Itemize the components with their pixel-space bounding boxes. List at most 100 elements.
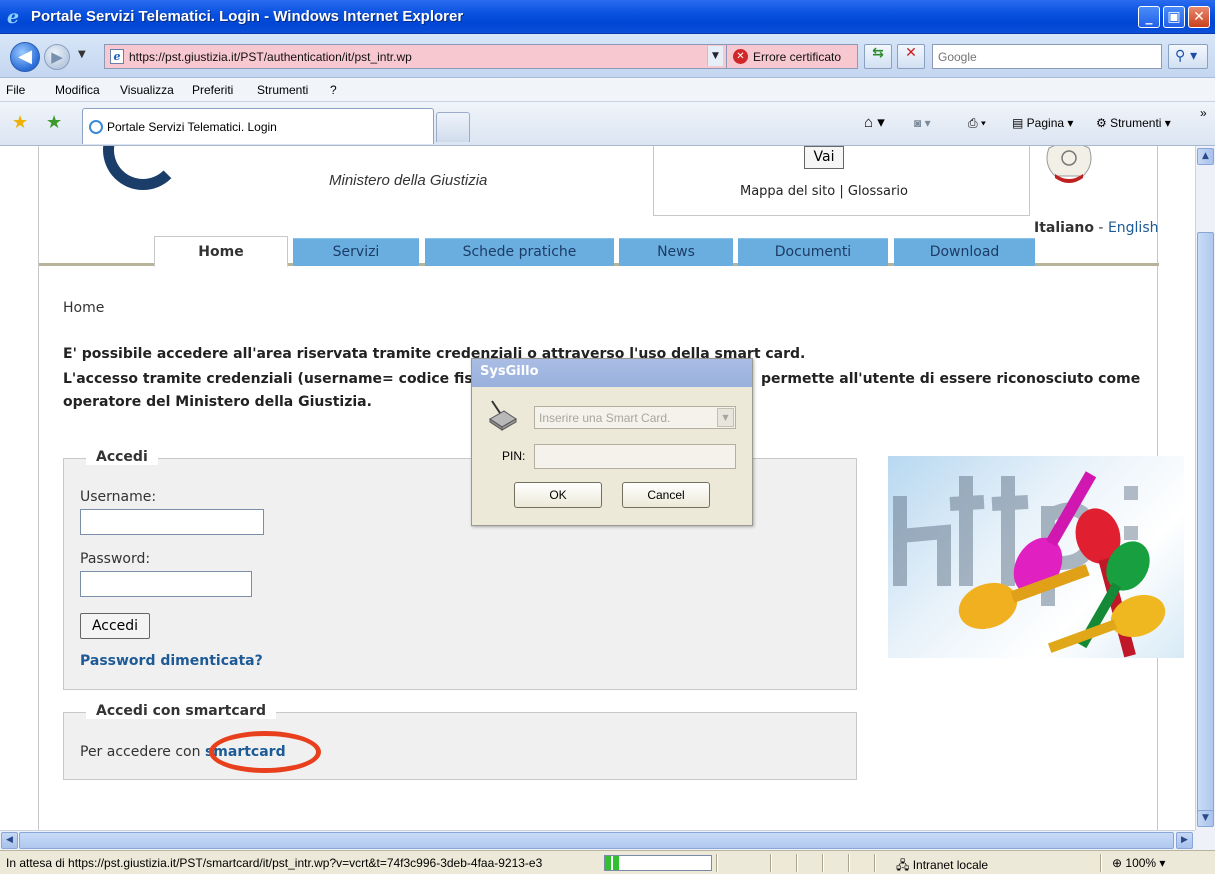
nav-home[interactable]: Home	[154, 236, 288, 268]
tab-portale-login[interactable]: Portale Servizi Telematici. Login	[82, 108, 434, 144]
home-icon[interactable]: ⌂ ▾	[864, 113, 885, 131]
favorites-star-icon[interactable]: ★	[12, 114, 28, 132]
scroll-down-icon[interactable]: ▼	[1197, 810, 1214, 827]
dialog-title: SysGillo	[480, 364, 539, 379]
back-button[interactable]: ◀	[10, 42, 40, 72]
close-button[interactable]: ✕	[1188, 6, 1210, 28]
window-title: Portale Servizi Telematici. Login - Wind…	[31, 8, 464, 25]
vai-button[interactable]: Vai	[804, 146, 844, 169]
keys-illustration	[893, 471, 1166, 658]
ie-logo-icon: e	[7, 6, 20, 28]
highlight-oval	[209, 731, 321, 773]
search-field[interactable]	[932, 44, 1162, 69]
chevron-right-icon[interactable]: »	[1200, 106, 1207, 120]
address-bar: ◀ ▶ ▼ e https://pst.giustizia.it/PST/aut…	[0, 34, 1215, 78]
intro-text-2b: permette all'utente di essere riconosciu…	[761, 371, 1141, 387]
add-favorites-icon[interactable]: ★	[46, 114, 62, 132]
horizontal-scrollbar[interactable]: ◀ ▶	[0, 830, 1195, 850]
progress-fill	[605, 856, 619, 870]
print-icon[interactable]: ⎙ ▾	[968, 116, 986, 131]
status-divider	[1100, 854, 1102, 872]
menu-bar: File Modifica Visualizza Preferiti Strum…	[0, 78, 1215, 102]
status-bar: In attesa di https://pst.giustizia.it/PS…	[0, 850, 1215, 874]
nav-documenti[interactable]: Documenti	[738, 238, 888, 266]
site-logo-icon	[103, 146, 183, 190]
intro-text-2: L'accesso tramite credenziali (username=…	[63, 371, 505, 387]
cancel-button[interactable]: Cancel	[622, 482, 710, 508]
ok-button[interactable]: OK	[514, 482, 602, 508]
password-input[interactable]	[80, 571, 252, 597]
stop-button[interactable]: ✕	[897, 44, 925, 69]
refresh-button[interactable]: ⇆	[864, 44, 892, 69]
nav-download[interactable]: Download	[894, 238, 1035, 266]
menu-preferiti[interactable]: Preferiti	[192, 83, 233, 97]
browser-window: e Portale Servizi Telematici. Login - Wi…	[0, 0, 1215, 874]
history-dropdown-icon[interactable]: ▼	[78, 49, 86, 60]
scroll-right-icon[interactable]: ▶	[1176, 832, 1193, 849]
url-text: https://pst.giustizia.it/PST/authenticat…	[129, 50, 412, 64]
page-menu-button[interactable]: ▤ Pagina ▾	[1012, 116, 1073, 130]
smartcard-select-value: Inserire una Smart Card.	[539, 411, 671, 425]
security-zone-label: Intranet locale	[912, 858, 989, 872]
horizontal-scroll-thumb[interactable]	[19, 832, 1174, 849]
scroll-corner	[1195, 830, 1215, 850]
intro-text-3: operatore del Ministero della Giustizia.	[63, 394, 372, 410]
certificate-error-label: Errore certificato	[753, 50, 842, 64]
loading-progress-bar	[604, 855, 712, 871]
lang-english[interactable]: English	[1108, 220, 1159, 236]
smartcard-prefix: Per accedere con	[80, 744, 201, 760]
site-nav: Home Servizi Schede pratiche News Docume…	[39, 236, 1159, 268]
title-bar: e Portale Servizi Telematici. Login - Wi…	[0, 0, 1215, 34]
security-zone[interactable]: 🖧 Intranet locale	[896, 856, 988, 874]
maximize-button[interactable]: ▣	[1163, 6, 1185, 28]
lang-italiano[interactable]: Italiano	[1034, 220, 1094, 236]
status-divider	[822, 854, 824, 872]
smartcard-select[interactable]: Inserire una Smart Card. ▼	[534, 406, 736, 429]
glossario-link[interactable]: Glossario	[848, 184, 908, 199]
zoom-level: 100%	[1125, 856, 1157, 870]
certificate-error-button[interactable]: ✕ Errore certificato	[726, 44, 858, 69]
zoom-control[interactable]: ⊕ 100% ▾	[1112, 856, 1165, 870]
search-input[interactable]	[933, 45, 1161, 68]
status-divider	[770, 854, 772, 872]
breadcrumb: Home	[63, 300, 105, 316]
pin-input[interactable]	[534, 444, 736, 469]
lang-separator: -	[1093, 220, 1108, 236]
tab-bar: ★ ★ Portale Servizi Telematici. Login ⌂ …	[0, 102, 1215, 146]
menu-visualizza[interactable]: Visualizza	[120, 83, 174, 97]
search-button[interactable]: ⚲ ▾	[1168, 44, 1208, 69]
forward-button[interactable]: ▶	[44, 44, 70, 70]
page-icon: e	[110, 49, 124, 64]
header-links: Mappa del sito | Glossario	[740, 184, 908, 199]
feeds-icon[interactable]: ◙ ▾	[914, 116, 931, 130]
menu-modifica[interactable]: Modifica	[55, 83, 100, 97]
accedi-button[interactable]: Accedi	[80, 613, 150, 639]
menu-strumenti[interactable]: Strumenti	[257, 83, 308, 97]
repubblica-emblem-icon	[1046, 146, 1092, 183]
minimize-button[interactable]: _	[1138, 6, 1160, 28]
link-separator: |	[839, 184, 848, 199]
tools-menu-button[interactable]: ⚙ Strumenti ▾	[1096, 116, 1171, 130]
username-input[interactable]	[80, 509, 264, 535]
mappa-link[interactable]: Mappa del sito	[740, 184, 835, 199]
scroll-up-icon[interactable]: ▲	[1197, 148, 1214, 165]
menu-help[interactable]: ?	[330, 83, 337, 97]
login-legend: Accedi	[86, 449, 158, 465]
vertical-scroll-thumb[interactable]	[1197, 232, 1214, 818]
nav-servizi[interactable]: Servizi	[293, 238, 419, 266]
chevron-down-icon[interactable]: ▼	[717, 408, 734, 427]
new-tab-button[interactable]	[436, 112, 470, 142]
card-reader-icon	[489, 400, 517, 431]
nav-news[interactable]: News	[619, 238, 733, 266]
vertical-scrollbar[interactable]: ▲ ▼	[1195, 146, 1215, 830]
status-divider	[848, 854, 850, 872]
status-divider	[716, 854, 718, 872]
url-field[interactable]: e https://pst.giustizia.it/PST/authentic…	[104, 44, 728, 69]
scroll-left-icon[interactable]: ◀	[1, 832, 18, 849]
nav-schede-pratiche[interactable]: Schede pratiche	[425, 238, 614, 266]
dialog-title-bar[interactable]: SysGillo	[472, 359, 752, 387]
forgot-password-link[interactable]: Password dimenticata?	[80, 653, 263, 669]
url-dropdown-icon[interactable]: ▼	[707, 46, 723, 66]
smartcard-fieldset: Accedi con smartcard Per accedere con sm…	[63, 703, 857, 780]
menu-file[interactable]: File	[6, 83, 25, 97]
